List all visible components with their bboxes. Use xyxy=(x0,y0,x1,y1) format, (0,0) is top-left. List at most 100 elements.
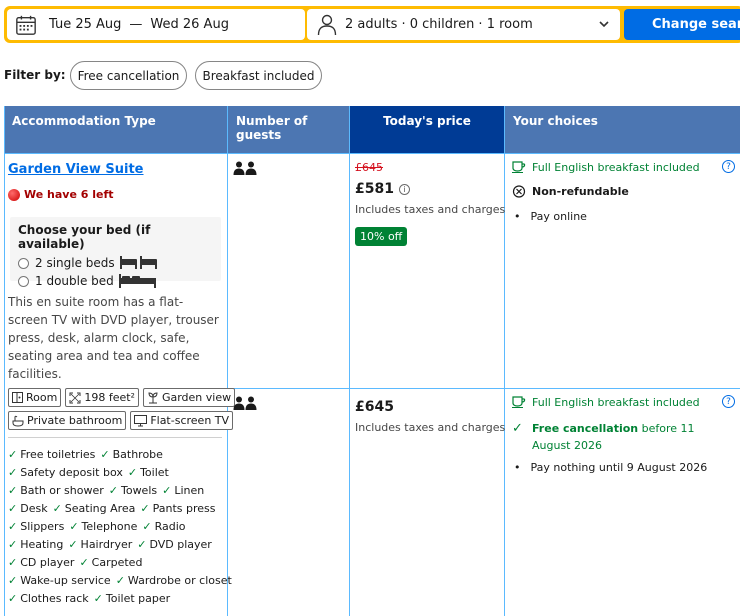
area-icon xyxy=(69,392,81,403)
checkout-date: Wed 26 Aug xyxy=(150,17,229,32)
bed-option-double[interactable]: 1 double bed xyxy=(18,272,213,290)
amenities-row: ✓ Bath or shower ✓ Towels ✓ Linen xyxy=(8,484,209,497)
bath-icon xyxy=(12,415,24,427)
check-icon: ✓ xyxy=(69,520,79,533)
two-guests-icon xyxy=(233,396,257,410)
feature-private-bathroom: Private bathroom xyxy=(8,411,127,430)
room-features-row: Room 198 feet² Garden view xyxy=(8,388,236,407)
occupancy-text: 2 adults · 0 children · 1 room xyxy=(345,17,533,32)
check-icon: ✓ xyxy=(8,448,18,461)
amenity: ✓ Free toiletries xyxy=(8,448,96,461)
bed-option-single[interactable]: 2 single beds xyxy=(18,254,213,272)
scarcity-badge: We have 6 left xyxy=(8,188,114,201)
radio-button[interactable] xyxy=(18,257,29,269)
amenities-row: ✓ Wake-up service ✓ Wardrobe or closet xyxy=(8,574,237,587)
breakfast-included: Full English breakfast included xyxy=(512,161,700,174)
current-price: £581 i xyxy=(355,181,410,197)
double-bed-icon xyxy=(118,274,156,288)
feature-room: Room xyxy=(8,388,62,407)
taxes-note: Includes taxes and charges xyxy=(355,421,506,434)
filter-label: Filter by: xyxy=(4,68,66,82)
date-range: Tue 25 Aug — Wed 26 Aug xyxy=(49,17,229,32)
amenity: ✓ Hairdryer xyxy=(68,538,133,551)
amenity: ✓ Toilet paper xyxy=(93,592,171,605)
check-icon: ✓ xyxy=(140,502,150,515)
change-search-button[interactable]: Change search xyxy=(624,9,740,40)
amenity: ✓ Linen xyxy=(162,484,205,497)
check-icon: ✓ xyxy=(8,466,18,479)
filter-chip-free-cancellation[interactable]: Free cancellation xyxy=(70,61,187,90)
grid-line xyxy=(4,106,5,616)
person-icon xyxy=(317,14,337,35)
check-icon: ✓ xyxy=(100,448,110,461)
check-icon: ✓ xyxy=(8,574,18,587)
search-bar: Tue 25 Aug — Wed 26 Aug 2 adults · 0 child… xyxy=(4,6,740,43)
bed-option-label: 1 double bed xyxy=(35,274,114,288)
non-refundable-icon xyxy=(512,185,526,198)
check-icon: ✓ xyxy=(512,421,523,436)
tv-icon xyxy=(134,414,148,426)
single-bed-icon xyxy=(119,256,157,269)
amenities-row: ✓ Free toiletries ✓ Bathrobe xyxy=(8,448,168,461)
header-todays-price: Today's price xyxy=(350,106,504,154)
breakfast-included: Full English breakfast included xyxy=(512,396,700,409)
amenity: ✓ Bath or shower xyxy=(8,484,104,497)
amenity: ✓ Heating xyxy=(8,538,64,551)
amenities-row: ✓ Slippers ✓ Telephone ✓ Radio xyxy=(8,520,191,533)
grid-line xyxy=(504,106,505,616)
room-title-link[interactable]: Garden View Suite xyxy=(8,162,144,177)
chevron-down-icon xyxy=(599,21,609,28)
amenity: ✓ Radio xyxy=(142,520,186,533)
amenity: ✓ Wardrobe or closet xyxy=(115,574,232,587)
help-icon[interactable]: ? xyxy=(722,395,735,408)
filter-chip-breakfast-included[interactable]: Breakfast included xyxy=(195,61,322,90)
scarcity-text: We have 6 left xyxy=(24,188,114,201)
amenity: ✓ Towels xyxy=(108,484,158,497)
info-icon[interactable]: i xyxy=(398,183,410,195)
header-your-choices: Your choices xyxy=(505,106,740,154)
header-accommodation-type: Accommodation Type xyxy=(4,106,227,154)
check-icon: ✓ xyxy=(8,520,18,533)
feature-size: 198 feet² xyxy=(65,388,139,407)
check-icon: ✓ xyxy=(8,556,18,569)
bed-option-label: 2 single beds xyxy=(35,256,115,270)
payment-info: Pay nothing until 9 August 2026 xyxy=(514,461,708,474)
feature-garden-view: Garden view xyxy=(142,388,236,407)
amenity: ✓ DVD player xyxy=(137,538,212,551)
occupancy-selector[interactable]: 2 adults · 0 children · 1 room xyxy=(307,9,620,40)
radio-button[interactable] xyxy=(18,275,29,287)
amenities-divider xyxy=(8,437,222,438)
check-icon: ✓ xyxy=(93,592,103,605)
taxes-note: Includes taxes and charges xyxy=(355,203,506,216)
amenity: ✓ Pants press xyxy=(140,502,216,515)
grid-line xyxy=(227,106,228,616)
date-picker[interactable]: Tue 25 Aug — Wed 26 Aug xyxy=(7,9,305,40)
coffee-cup-icon xyxy=(512,396,526,408)
check-icon: ✓ xyxy=(79,556,89,569)
amenity: ✓ Desk xyxy=(8,502,48,515)
amenity: ✓ Bathrobe xyxy=(100,448,163,461)
amenities-row: ✓ Safety deposit box ✓ Toilet xyxy=(8,466,174,479)
date-separator: — xyxy=(129,17,143,32)
amenity: ✓ Telephone xyxy=(69,520,138,533)
amenity: ✓ Wake-up service xyxy=(8,574,111,587)
original-price: £645 xyxy=(355,161,383,174)
check-icon: ✓ xyxy=(52,502,62,515)
calendar-icon xyxy=(16,15,36,35)
garden-icon xyxy=(148,391,158,403)
grid-line xyxy=(228,388,740,389)
check-icon: ✓ xyxy=(127,466,138,479)
check-icon: ✓ xyxy=(8,502,18,515)
amenity: ✓ Carpeted xyxy=(79,556,143,569)
header-number-of-guests: Number of guests xyxy=(228,106,349,154)
payment-info: Pay online xyxy=(514,210,587,223)
grid-line xyxy=(4,153,740,154)
room-features-row: Private bathroom Flat-screen TV xyxy=(8,411,234,430)
amenity: ✓ Slippers xyxy=(8,520,65,533)
room-description: This en suite room has a flat-screen TV … xyxy=(8,295,219,381)
cancellation-policy: Non-refundable xyxy=(512,185,629,198)
help-icon[interactable]: ? xyxy=(722,160,735,173)
room-size-icon xyxy=(12,392,23,403)
check-icon: ✓ xyxy=(142,520,152,533)
check-icon: ✓ xyxy=(68,538,78,551)
